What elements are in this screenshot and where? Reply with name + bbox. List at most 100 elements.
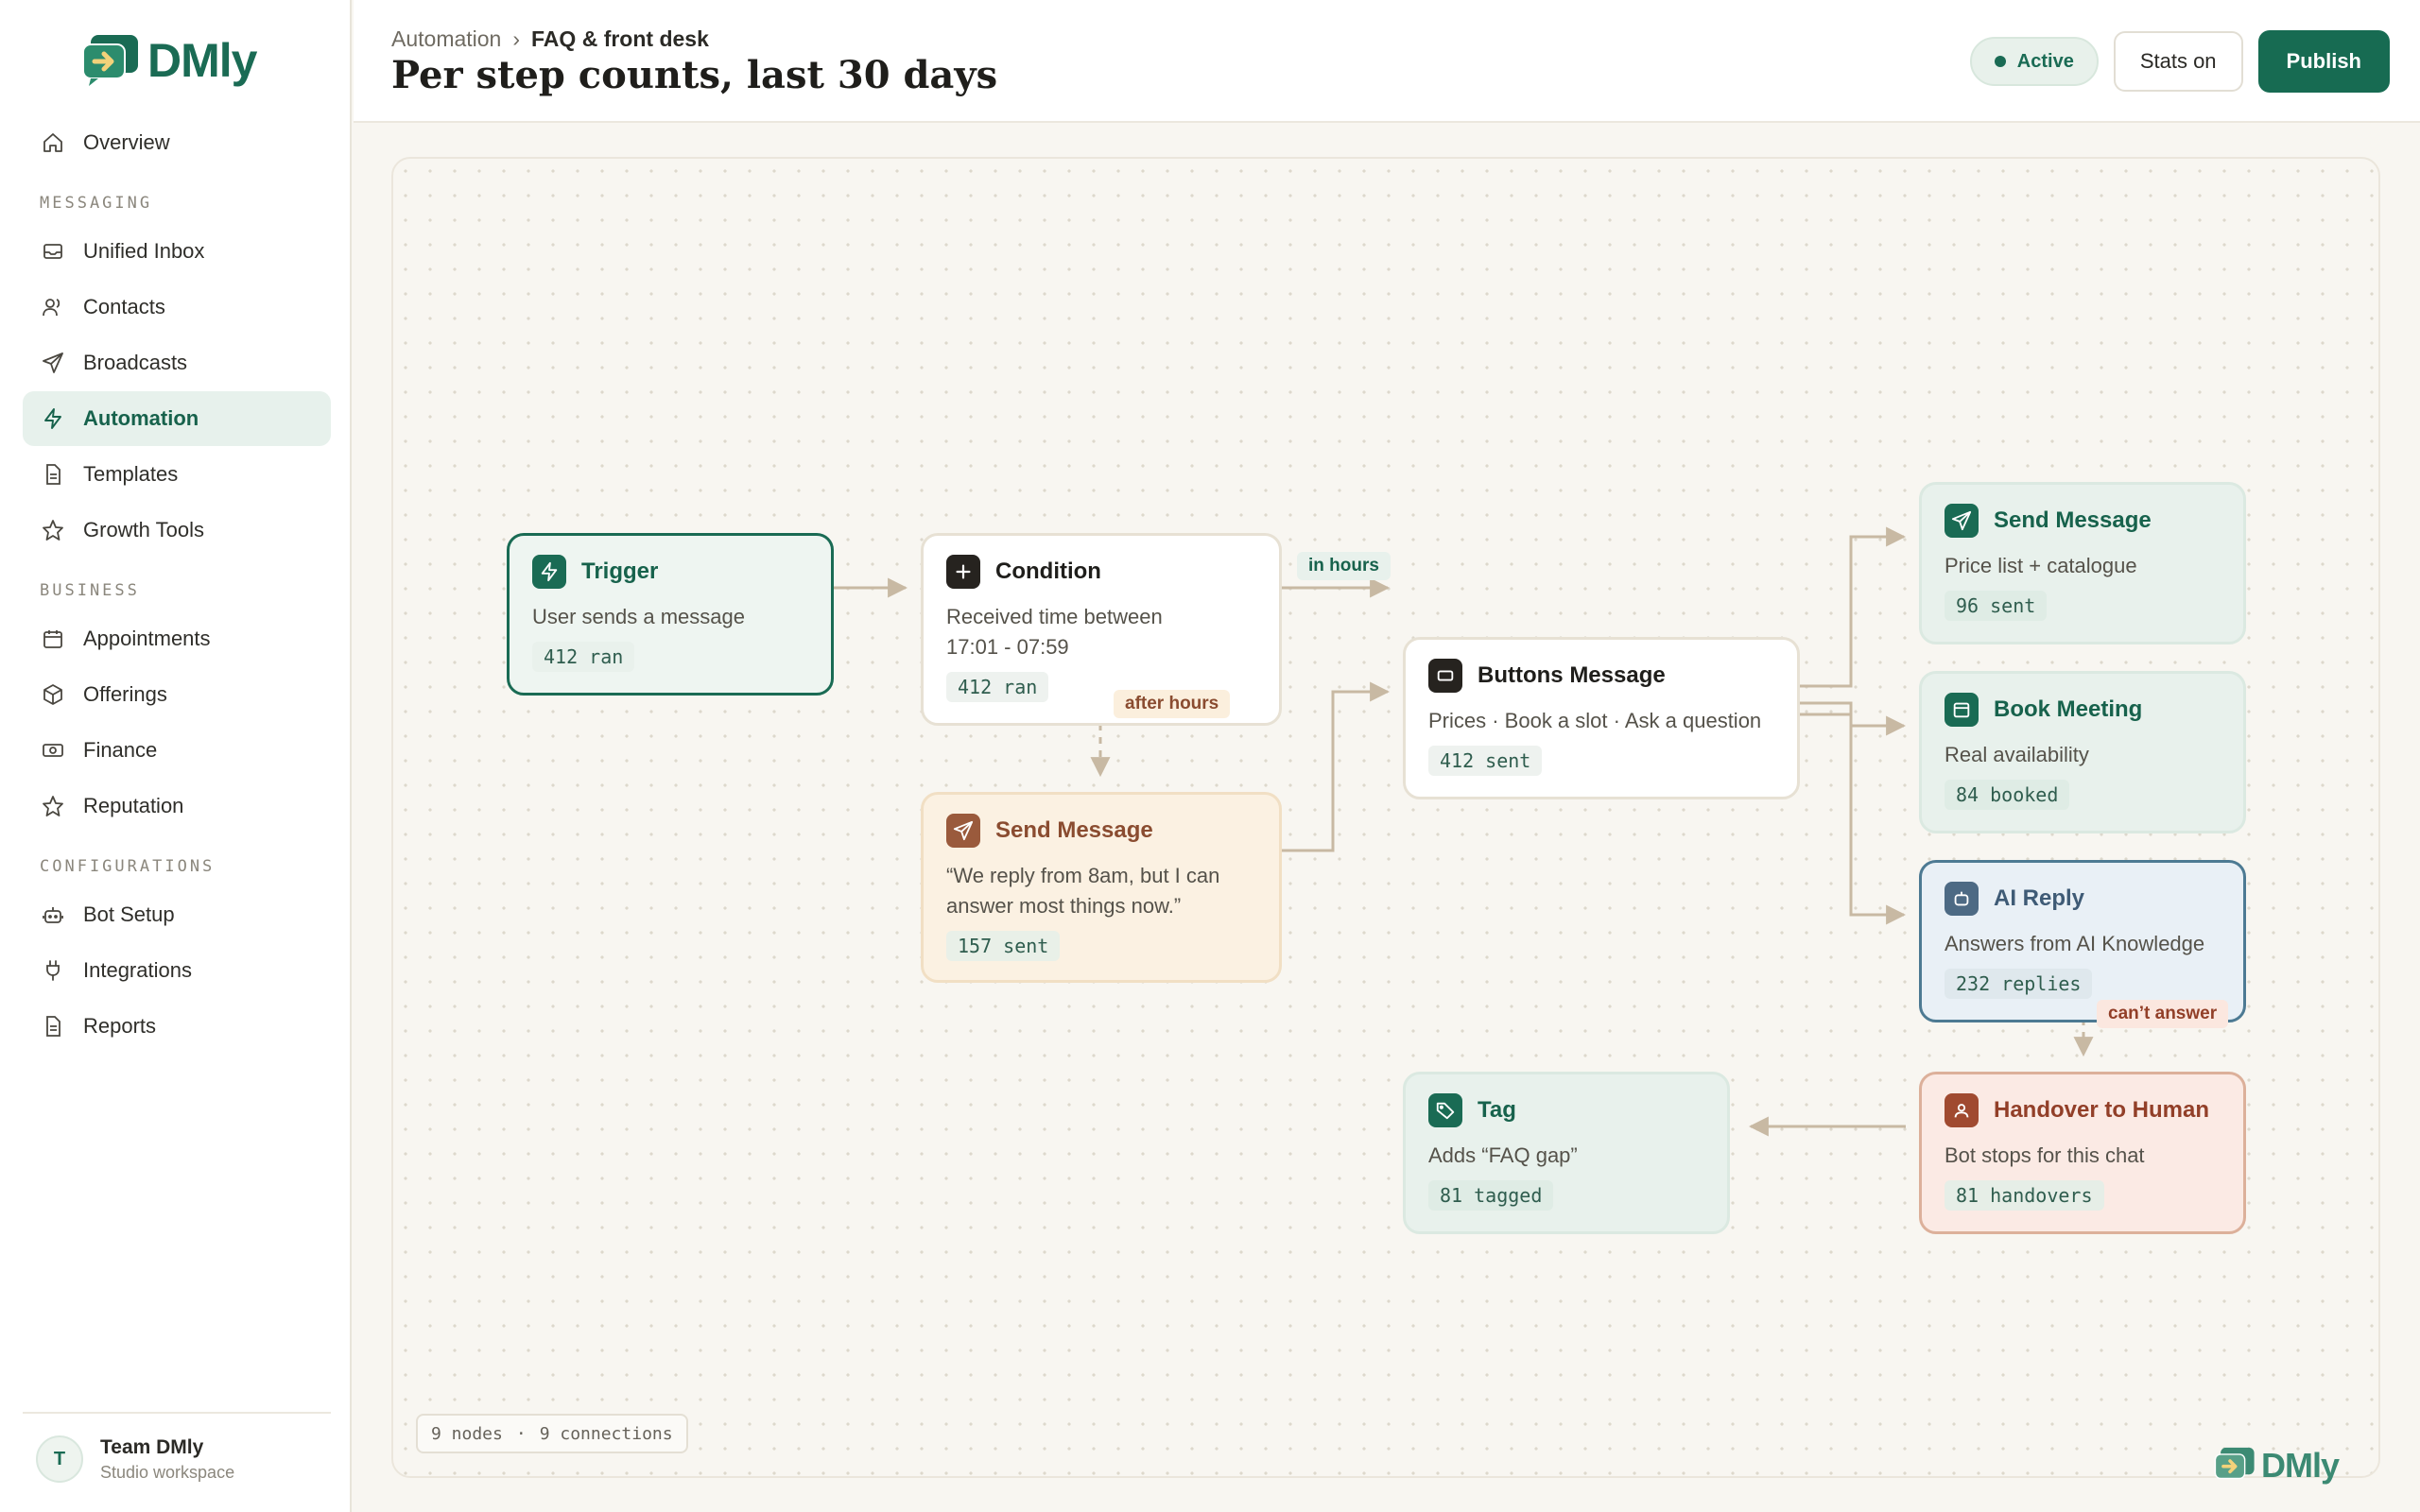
tag-icon xyxy=(1428,1093,1462,1127)
sidebar-item-label: Growth Tools xyxy=(83,518,204,541)
sidebar-item-broadcasts[interactable]: Broadcasts xyxy=(23,335,331,390)
node-title: Tag xyxy=(1478,1097,1516,1123)
node-stat: 232 replies xyxy=(1945,969,2093,999)
calendar-icon xyxy=(43,630,62,648)
node-description: Prices · Book a slot · Ask a question xyxy=(1428,709,1762,732)
sidebar-item-unified-inbox[interactable]: Unified Inbox xyxy=(23,224,331,279)
node-trigger[interactable]: Trigger User sends a message 412 ran xyxy=(507,533,834,696)
sidebar-item-bot-setup[interactable]: Bot Setup xyxy=(23,887,331,942)
breadcrumb: Automation › FAQ & front desk xyxy=(391,26,709,52)
calendar-icon xyxy=(1945,693,1979,727)
node-description: Price list + catalogue xyxy=(1945,554,2137,577)
publish-button[interactable]: Publish xyxy=(2257,30,2390,93)
edge-label-after-hours[interactable]: after hours xyxy=(1114,690,1231,718)
team-subtitle: Studio workspace xyxy=(100,1462,235,1482)
edge-label-in-hours[interactable]: in hours xyxy=(1297,552,1391,580)
plug-icon xyxy=(46,960,60,981)
sidebar-item-label: Overview xyxy=(83,130,170,154)
sidebar-item-label: Offerings xyxy=(83,682,167,706)
button-icon xyxy=(1428,659,1462,693)
bolt-icon xyxy=(532,555,566,589)
node-handover-to-human[interactable]: Handover to Human Bot stops for this cha… xyxy=(1919,1072,2246,1234)
node-title: Buttons Message xyxy=(1478,662,1666,688)
node-count: 9 nodes xyxy=(431,1423,503,1444)
sidebar-item-contacts[interactable]: Contacts xyxy=(23,280,331,335)
canvas-summary: 9 nodes · 9 connections xyxy=(416,1414,688,1453)
node-stat: 412 ran xyxy=(946,672,1049,702)
document-icon xyxy=(46,464,60,485)
page-header: Automation › FAQ & front desk Per step c… xyxy=(354,0,2420,123)
sidebar-item-label: Reports xyxy=(83,1014,157,1038)
sidebar-item-overview[interactable]: Overview xyxy=(23,115,331,170)
team-switcher[interactable]: T Team DMly Studio workspace xyxy=(23,1412,331,1491)
node-stat: 84 booked xyxy=(1945,780,2070,810)
star-icon xyxy=(43,796,63,816)
sidebar-item-label: Reputation xyxy=(83,794,184,817)
sidebar-item-reputation[interactable]: Reputation xyxy=(23,779,331,833)
sidebar-item-label: Integrations xyxy=(83,958,192,982)
sidebar-item-label: Finance xyxy=(83,738,158,762)
users-icon xyxy=(43,299,60,317)
home-icon xyxy=(43,133,62,152)
node-stat: 81 handovers xyxy=(1945,1180,2104,1211)
stats-toggle-button[interactable]: Stats on xyxy=(2113,31,2243,92)
breadcrumb-parent[interactable]: Automation xyxy=(391,26,501,52)
sidebar-item-automation[interactable]: Automation xyxy=(23,391,331,446)
plus-icon xyxy=(946,555,980,589)
bolt-icon xyxy=(44,408,61,429)
sidebar-item-offerings[interactable]: Offerings xyxy=(23,667,331,722)
node-description: Real availability xyxy=(1945,743,2089,766)
breadcrumb-separator: › xyxy=(512,26,521,51)
sidebar-nav: Overview MESSAGING Unified Inbox Contact… xyxy=(23,115,331,1055)
node-buttons-message[interactable]: Buttons Message Prices · Book a slot · A… xyxy=(1403,637,1800,799)
send-icon xyxy=(946,814,980,848)
node-title: Handover to Human xyxy=(1994,1097,2210,1123)
status-badge: Active xyxy=(1969,37,2099,86)
bot-icon xyxy=(43,907,63,923)
nav-section-messaging: MESSAGING xyxy=(40,194,153,213)
header-actions: Active Stats on Publish xyxy=(1969,30,2390,93)
nav-section-configurations: CONFIGURATIONS xyxy=(40,857,216,876)
sidebar-item-integrations[interactable]: Integrations xyxy=(23,943,331,998)
star-icon xyxy=(43,520,63,541)
sidebar-item-label: Unified Inbox xyxy=(83,239,205,263)
document-icon xyxy=(46,1016,60,1037)
sidebar-item-growth-tools[interactable]: Growth Tools xyxy=(23,503,331,558)
node-send-message-after-hours[interactable]: Send Message “We reply from 8am, but I c… xyxy=(921,792,1282,983)
send-icon xyxy=(43,352,63,373)
sidebar-item-label: Appointments xyxy=(83,627,211,650)
sidebar-item-label: Broadcasts xyxy=(83,351,188,374)
edge-label-cant-answer[interactable]: can’t answer xyxy=(2097,1000,2229,1028)
breadcrumb-current: FAQ & front desk xyxy=(531,26,709,51)
person-icon xyxy=(1945,1093,1979,1127)
status-label: Active xyxy=(2016,50,2074,72)
node-book-meeting[interactable]: Book Meeting Real availability 84 booked xyxy=(1919,671,2246,833)
node-ai-reply[interactable]: AI Reply Answers from AI Knowledge 232 r… xyxy=(1919,860,2246,1022)
node-description: Adds “FAQ gap” xyxy=(1428,1143,1578,1167)
cash-icon xyxy=(43,744,63,757)
status-dot-icon xyxy=(1994,56,2006,67)
sidebar-item-label: Contacts xyxy=(83,295,165,318)
node-description: Answers from AI Knowledge xyxy=(1945,932,2205,955)
node-description: Received time between 17:01 - 07:59 xyxy=(946,605,1163,659)
sidebar-item-label: Templates xyxy=(83,462,179,486)
sidebar-item-appointments[interactable]: Appointments xyxy=(23,611,331,666)
chat-arrow-logo-icon xyxy=(2214,1447,2255,1480)
node-title: Condition xyxy=(995,558,1101,584)
avatar: T xyxy=(36,1435,83,1483)
page-title: Per step counts, last 30 days xyxy=(391,53,998,97)
node-send-message-price-list[interactable]: Send Message Price list + catalogue 96 s… xyxy=(1919,482,2246,644)
brand-name: DMly xyxy=(147,34,257,87)
node-title: AI Reply xyxy=(1994,885,2085,911)
sidebar-item-finance[interactable]: Finance xyxy=(23,723,331,778)
sidebar-item-reports[interactable]: Reports xyxy=(23,999,331,1054)
brand-logo[interactable]: DMly xyxy=(81,32,257,89)
sidebar: DMly Overview MESSAGING Unified Inbox Co… xyxy=(0,0,352,1512)
nav-section-business: BUSINESS xyxy=(40,581,140,600)
node-stat: 157 sent xyxy=(946,931,1061,961)
inbox-icon xyxy=(43,244,62,259)
sidebar-item-templates[interactable]: Templates xyxy=(23,447,331,502)
send-icon xyxy=(1945,504,1979,538)
node-tag[interactable]: Tag Adds “FAQ gap” 81 tagged xyxy=(1403,1072,1730,1234)
node-stat: 412 ran xyxy=(532,642,635,672)
